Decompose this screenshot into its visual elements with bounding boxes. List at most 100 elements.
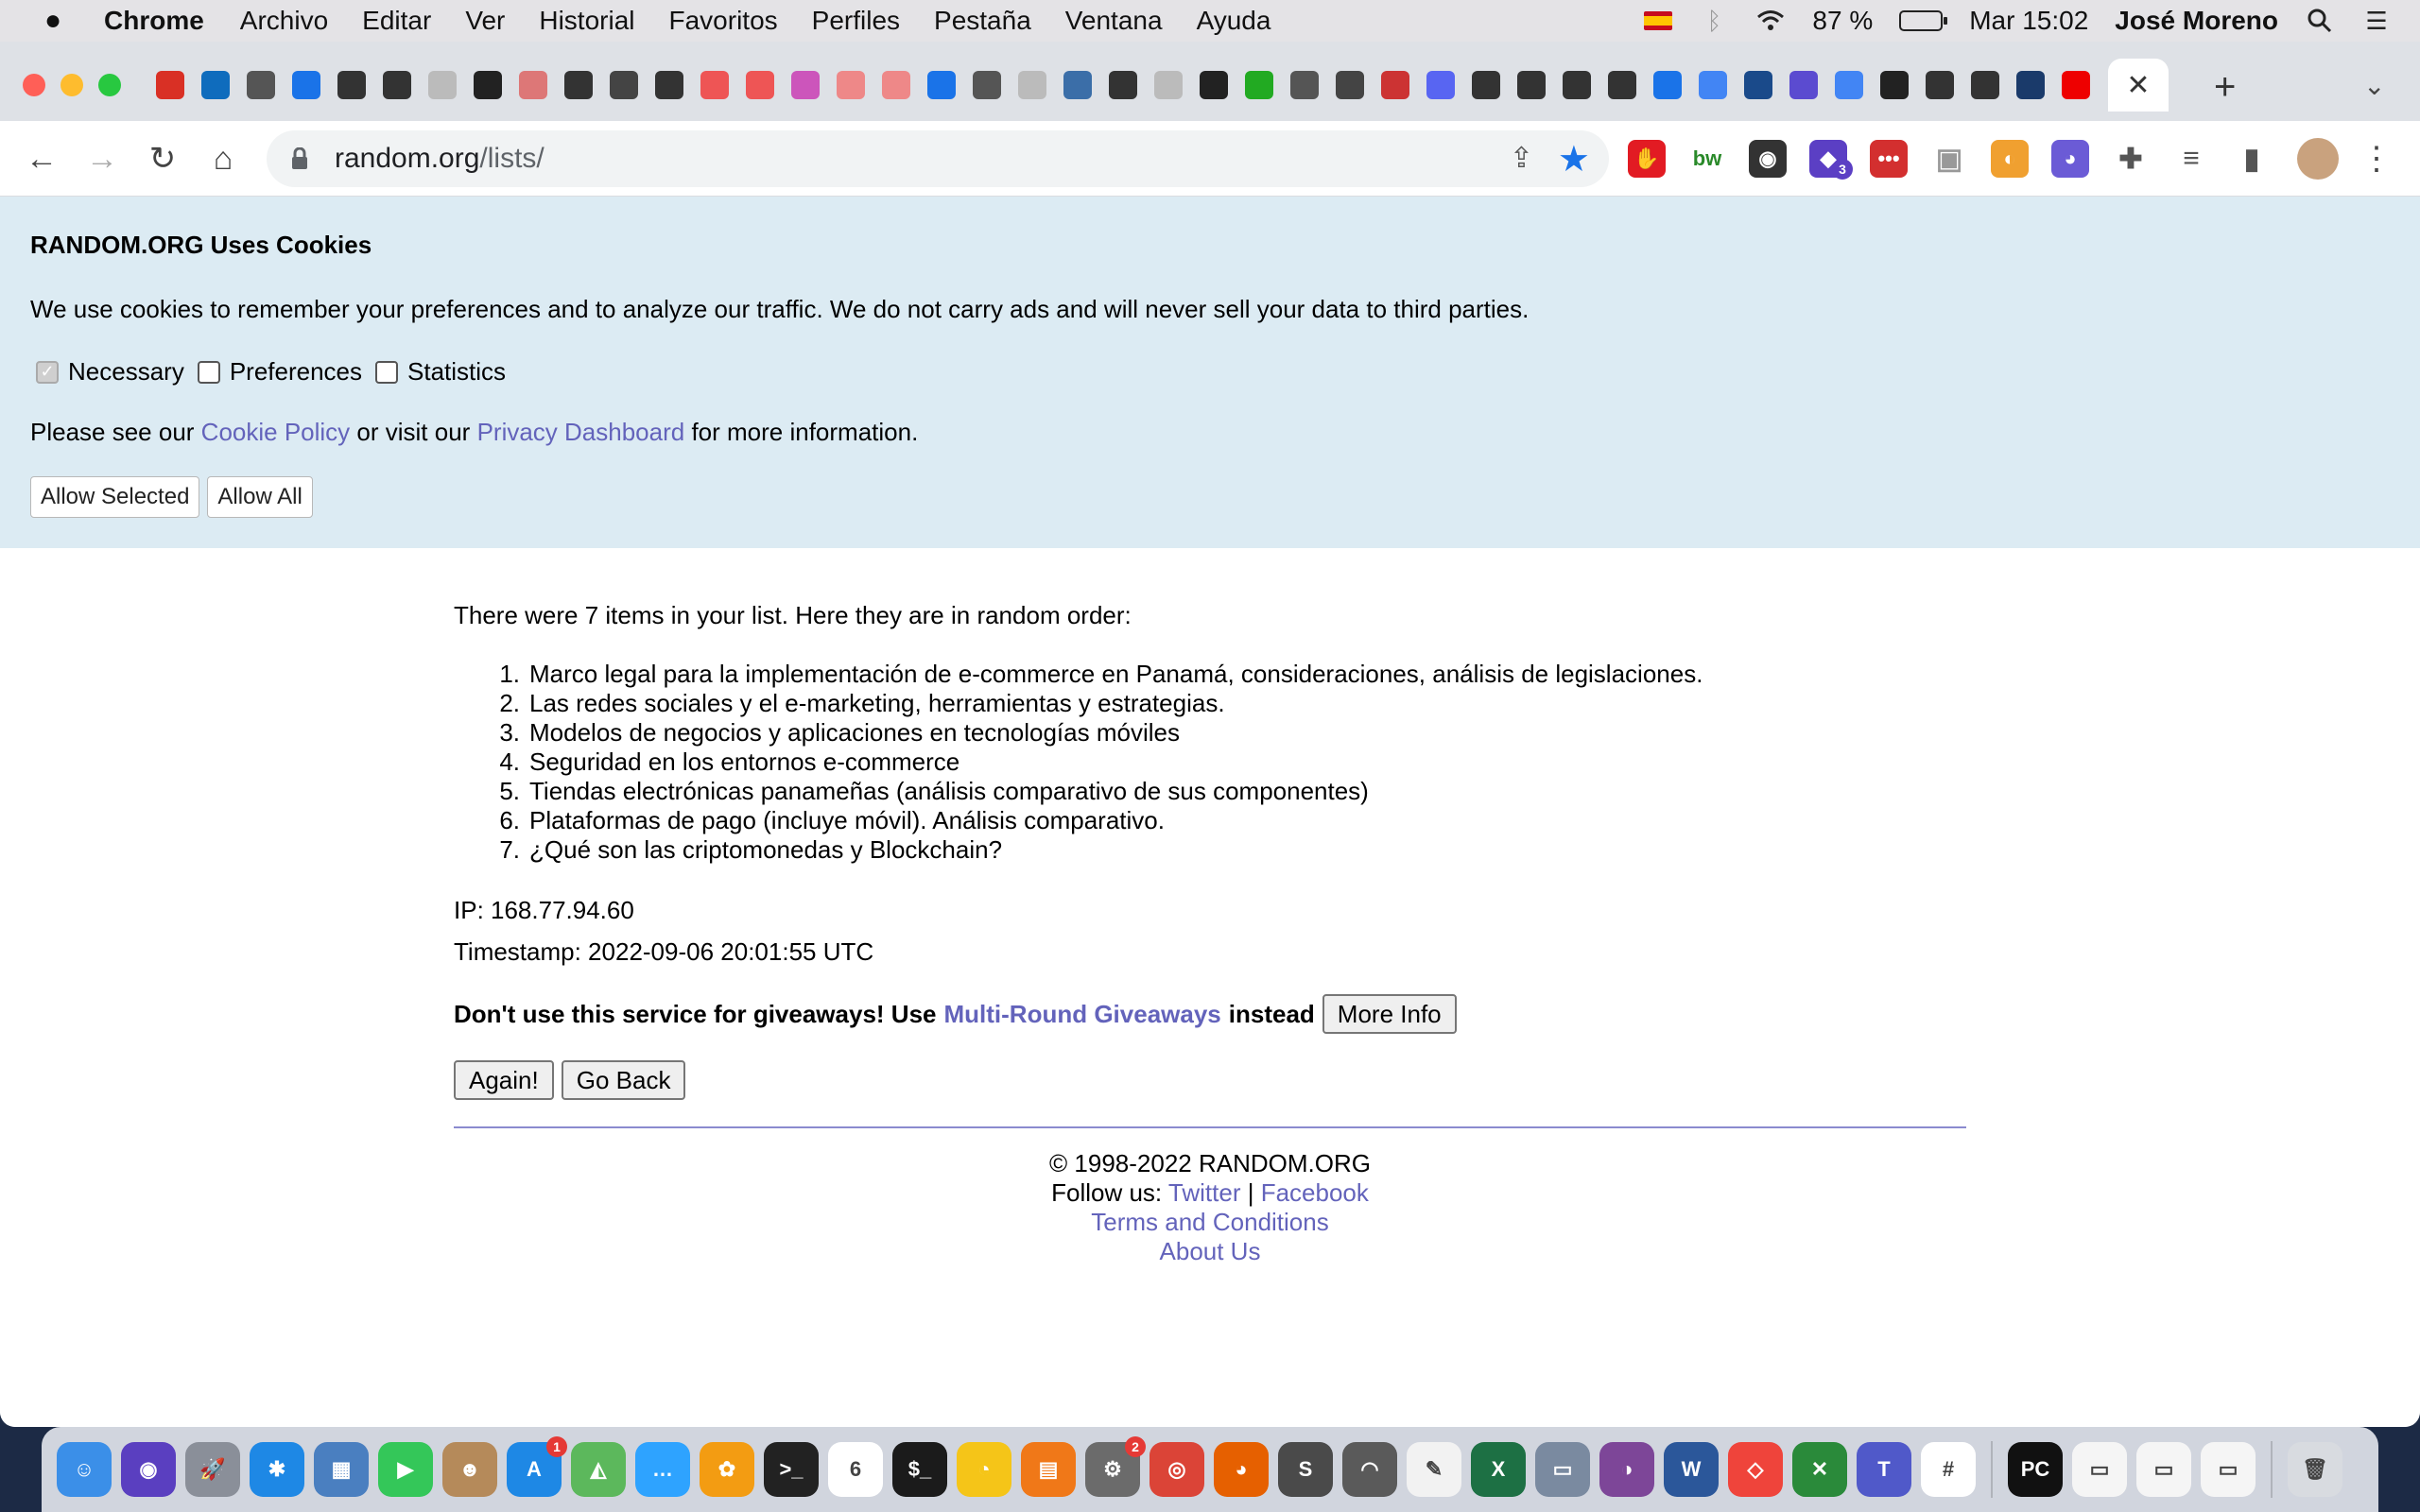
tab[interactable] xyxy=(1059,66,1097,104)
tab[interactable] xyxy=(786,66,824,104)
adblock-icon[interactable]: ✋ xyxy=(1628,140,1666,178)
user-name[interactable]: José Moreno xyxy=(2115,6,2278,36)
tab[interactable] xyxy=(877,66,915,104)
textedit-icon[interactable]: ✎ xyxy=(1407,1442,1461,1497)
preferences-label[interactable]: Preferences xyxy=(230,357,362,387)
tab[interactable] xyxy=(832,66,870,104)
wifi-icon[interactable] xyxy=(1755,8,1786,34)
slack-icon[interactable]: # xyxy=(1921,1442,1976,1497)
tab[interactable] xyxy=(968,66,1006,104)
preview-icon[interactable]: ▦ xyxy=(314,1442,369,1497)
reload-icon[interactable]: ↻ xyxy=(142,138,183,180)
address-bar[interactable]: random.org/lists/ ⇪ ★ xyxy=(267,130,1609,187)
tab[interactable] xyxy=(1467,66,1505,104)
allow-all-button[interactable]: Allow All xyxy=(207,476,313,518)
tab[interactable] xyxy=(1694,66,1732,104)
tab[interactable] xyxy=(242,66,280,104)
tab[interactable] xyxy=(605,66,643,104)
contacts-icon[interactable]: ☻ xyxy=(442,1442,497,1497)
safari-icon[interactable]: ✱ xyxy=(250,1442,304,1497)
pycharm-icon[interactable]: PC xyxy=(2008,1442,2063,1497)
bluetooth-icon[interactable]: ᛒ xyxy=(1699,7,1729,35)
menu-ver[interactable]: Ver xyxy=(465,6,505,36)
tab[interactable] xyxy=(2057,66,2095,104)
minimize-window-icon[interactable] xyxy=(60,74,83,96)
iterm-icon[interactable]: $_ xyxy=(892,1442,947,1497)
system-prefs-icon[interactable]: ⚙ 2 xyxy=(1085,1436,1146,1497)
tab[interactable] xyxy=(1558,66,1596,104)
facetime-icon[interactable]: ▶ xyxy=(378,1442,433,1497)
tab[interactable] xyxy=(696,66,734,104)
tab[interactable] xyxy=(514,66,552,104)
privacy-dashboard-link[interactable]: Privacy Dashboard xyxy=(477,418,685,446)
tab[interactable] xyxy=(1785,66,1823,104)
tab[interactable] xyxy=(2012,66,2049,104)
profile-avatar[interactable] xyxy=(2297,138,2339,180)
tab[interactable] xyxy=(1422,66,1460,104)
tableplus-icon[interactable]: ◠ xyxy=(1342,1442,1397,1497)
sidepanel-icon[interactable]: ▮ xyxy=(2233,140,2271,178)
about-us-link[interactable]: About Us xyxy=(1160,1237,1261,1265)
active-tab-close-icon[interactable]: ✕ xyxy=(2108,59,2169,112)
tab[interactable] xyxy=(1603,66,1641,104)
terminal-icon[interactable]: >_ xyxy=(764,1442,819,1497)
window-thumb-1-icon[interactable]: ▭ xyxy=(2072,1442,2127,1497)
tab[interactable] xyxy=(197,66,234,104)
kebab-menu-icon[interactable]: ⋮ xyxy=(2356,138,2397,180)
spotlight-search-icon[interactable] xyxy=(2305,8,2335,34)
sublime-icon[interactable]: S xyxy=(1278,1442,1333,1497)
allow-selected-button[interactable]: Allow Selected xyxy=(30,476,200,518)
tab[interactable] xyxy=(1649,66,1686,104)
books-icon[interactable]: ▤ xyxy=(1021,1442,1076,1497)
teams-icon[interactable]: T xyxy=(1857,1442,1911,1497)
again-button[interactable]: Again! xyxy=(454,1060,554,1100)
tab[interactable] xyxy=(151,66,189,104)
trash-icon[interactable]: 🗑 xyxy=(2288,1442,2342,1497)
menu-favoritos[interactable]: Favoritos xyxy=(669,6,778,36)
maps-icon[interactable]: ◭ xyxy=(571,1442,626,1497)
statistics-label[interactable]: Statistics xyxy=(407,357,506,387)
tab[interactable] xyxy=(287,66,325,104)
bookmark-star-icon[interactable]: ★ xyxy=(1558,138,1590,180)
bw-icon[interactable]: bw xyxy=(1688,140,1726,178)
menu-ayuda[interactable]: Ayuda xyxy=(1197,6,1271,36)
tab[interactable] xyxy=(1286,66,1323,104)
new-tab-button[interactable]: + xyxy=(2214,66,2236,109)
tab[interactable] xyxy=(741,66,779,104)
statistics-checkbox[interactable] xyxy=(375,360,399,384)
tab[interactable] xyxy=(1195,66,1233,104)
messages-icon[interactable]: … xyxy=(635,1442,690,1497)
tab[interactable] xyxy=(1331,66,1369,104)
apple-menu-icon[interactable]: ● xyxy=(34,5,72,37)
photos-icon[interactable]: ✿ xyxy=(700,1442,754,1497)
tab[interactable] xyxy=(923,66,960,104)
tab[interactable] xyxy=(333,66,371,104)
tor-icon[interactable]: ◑ xyxy=(1599,1442,1654,1497)
lock-icon[interactable] xyxy=(289,146,310,171)
dots-icon[interactable]: ••• xyxy=(1870,140,1908,178)
menu-historial[interactable]: Historial xyxy=(539,6,634,36)
tab[interactable] xyxy=(1240,66,1278,104)
url-text[interactable]: random.org/lists/ xyxy=(335,143,544,175)
tab[interactable] xyxy=(1150,66,1187,104)
tab[interactable] xyxy=(1966,66,2004,104)
tab[interactable] xyxy=(424,66,461,104)
multi-round-giveaways-link[interactable]: Multi-Round Giveaways xyxy=(944,1000,1221,1029)
tab[interactable] xyxy=(1376,66,1414,104)
calendar-icon[interactable]: 6 xyxy=(828,1442,883,1497)
firefox-icon[interactable]: ◕ xyxy=(1214,1442,1269,1497)
preferences-checkbox[interactable] xyxy=(197,360,220,384)
cookie-policy-link[interactable]: Cookie Policy xyxy=(201,418,351,446)
input-source-flag-icon[interactable] xyxy=(1644,11,1673,30)
share-icon[interactable]: ⇪ xyxy=(1510,142,1533,175)
briefcase-icon[interactable]: ▣ xyxy=(1930,140,1968,178)
chrome-icon[interactable]: ◎ xyxy=(1150,1442,1204,1497)
chat-bubble-icon[interactable]: ◕ xyxy=(2051,140,2089,178)
xcode-tools-icon[interactable]: ✕ xyxy=(1792,1442,1847,1497)
zoom-window-icon[interactable] xyxy=(98,74,121,96)
tab[interactable] xyxy=(650,66,688,104)
launchpad-icon[interactable]: 🚀 xyxy=(185,1442,240,1497)
word-icon[interactable]: W xyxy=(1664,1442,1719,1497)
close-window-icon[interactable] xyxy=(23,74,45,96)
facebook-link[interactable]: Facebook xyxy=(1261,1178,1369,1207)
